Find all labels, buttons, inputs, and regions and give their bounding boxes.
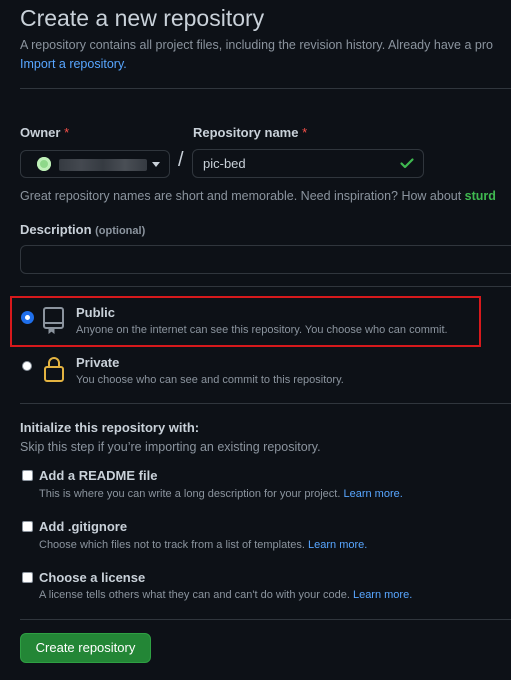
repository-name-input[interactable] [192, 149, 424, 178]
description-input[interactable] [20, 245, 511, 274]
gitignore-description: Choose which files not to track from a l… [39, 539, 367, 551]
owner-repo-separator: / [178, 149, 184, 171]
readme-title: Add a README file [39, 468, 158, 483]
license-checkbox[interactable] [22, 572, 33, 583]
required-mark: * [64, 125, 70, 140]
import-repository-link[interactable]: Import a repository. [20, 57, 127, 71]
license-desc-text: A license tells others what they can and… [39, 589, 350, 601]
owner-label-text: Owner [20, 125, 61, 140]
gitignore-checkbox[interactable] [22, 521, 33, 532]
optional-tag: (optional) [95, 225, 146, 237]
chevron-down-icon [152, 162, 160, 167]
initialize-subtitle: Skip this step if you’re importing an ex… [20, 440, 321, 454]
readme-checkbox[interactable] [22, 470, 33, 481]
lock-icon [44, 357, 64, 382]
description-label-text: Description [20, 222, 92, 237]
divider [20, 403, 511, 404]
license-description: A license tells others what they can and… [39, 589, 412, 601]
name-suggestion[interactable]: sturd [465, 189, 496, 203]
owner-select[interactable] [20, 150, 170, 178]
public-highlight-box [10, 296, 481, 347]
license-title: Choose a license [39, 570, 146, 585]
private-title: Private [76, 355, 120, 370]
private-radio[interactable] [22, 361, 32, 371]
gitignore-desc-text: Choose which files not to track from a l… [39, 539, 305, 551]
initialize-title: Initialize this repository with: [20, 420, 200, 435]
readme-description: This is where you can write a long descr… [39, 488, 403, 500]
page-subtitle: A repository contains all project files,… [20, 38, 493, 52]
description-label: Description (optional) [20, 222, 145, 237]
owner-name-redacted [59, 159, 147, 171]
readme-learn-more-link[interactable]: Learn more. [343, 488, 402, 500]
divider [20, 619, 511, 620]
name-hint-text: Great repository names are short and mem… [20, 189, 465, 203]
owner-avatar [37, 157, 51, 171]
license-learn-more-link[interactable]: Learn more. [353, 589, 412, 601]
readme-desc-text: This is where you can write a long descr… [39, 488, 341, 500]
create-repository-button[interactable]: Create repository [20, 633, 151, 663]
repo-name-label: Repository name * [193, 125, 307, 140]
owner-label: Owner * [20, 125, 69, 140]
name-hint: Great repository names are short and mem… [20, 189, 496, 203]
page-title: Create a new repository [20, 5, 265, 31]
check-icon [400, 158, 414, 169]
create-repository-page: Create a new repository A repository con… [0, 0, 511, 680]
gitignore-title: Add .gitignore [39, 519, 128, 534]
repo-name-label-text: Repository name [193, 125, 299, 140]
gitignore-learn-more-link[interactable]: Learn more. [308, 539, 367, 551]
required-mark: * [302, 125, 308, 140]
divider [20, 88, 511, 89]
private-description: You choose who can see and commit to thi… [76, 374, 344, 386]
divider [20, 286, 511, 287]
